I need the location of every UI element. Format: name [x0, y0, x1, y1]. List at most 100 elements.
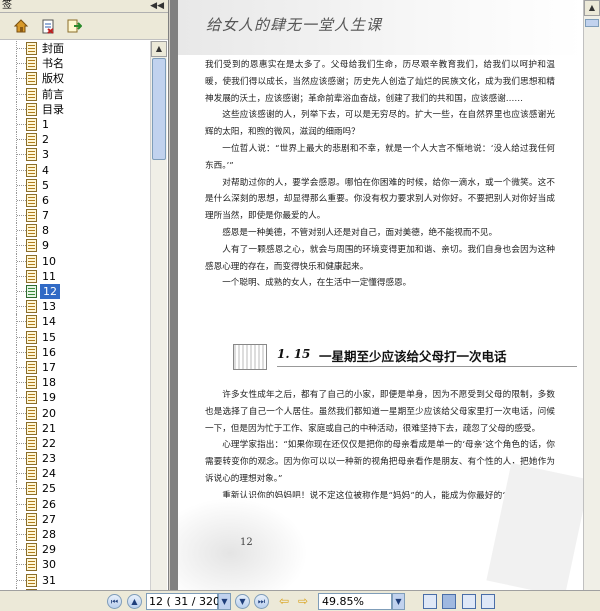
- bookmark-label: 27: [42, 512, 56, 526]
- tree-line: [17, 579, 26, 581]
- bookmark-item[interactable]: 8: [0, 223, 150, 239]
- bookmark-item[interactable]: 目录: [0, 101, 150, 117]
- bookmark-page-icon: [26, 528, 37, 541]
- tree-line: [17, 427, 26, 429]
- bookmark-item[interactable]: 封面: [0, 41, 150, 57]
- page-dropdown-icon[interactable]: ▼: [218, 593, 231, 610]
- last-page-icon[interactable]: ⏭: [254, 594, 269, 609]
- bookmark-item[interactable]: 24: [0, 466, 150, 482]
- bookmark-page-icon: [26, 193, 37, 207]
- bookmark-scrollbar[interactable]: ▲: [150, 41, 167, 590]
- tree-line: [17, 397, 26, 399]
- home-icon[interactable]: [13, 18, 29, 34]
- forward-icon[interactable]: ⇨: [296, 595, 310, 608]
- bookmark-label: 10: [42, 254, 56, 268]
- bookmark-item[interactable]: 12: [0, 284, 150, 300]
- bookmark-item[interactable]: 16: [0, 344, 150, 360]
- bookmark-item[interactable]: 5: [0, 177, 150, 193]
- bookmark-item[interactable]: 23: [0, 451, 150, 467]
- bookmark-item[interactable]: 前言: [0, 86, 150, 102]
- collapse-panel-button[interactable]: ◀◀: [150, 0, 164, 12]
- zoom-input[interactable]: 49.85%: [318, 593, 392, 610]
- bookmark-label: 12: [40, 284, 60, 299]
- back-icon[interactable]: ⇦: [277, 595, 291, 608]
- bookmark-tree: 封面 书名 版权 前言 目录 1 2 3 4 5 6 7 8 9 10 11 12 13 14 15 16 17 18 19 2…: [0, 41, 150, 590]
- bookmark-item[interactable]: 4: [0, 162, 150, 178]
- bookmark-item[interactable]: 11: [0, 268, 150, 284]
- bookmark-item[interactable]: 18: [0, 375, 150, 391]
- section-number: 1. 15: [277, 347, 311, 361]
- first-page-icon[interactable]: ⏮: [107, 594, 122, 609]
- tree-line: [17, 321, 26, 323]
- bookmark-label: 17: [42, 360, 56, 374]
- section-title: 一星期至少应该给父母打一次电话: [319, 349, 507, 364]
- bookmark-item[interactable]: 15: [0, 329, 150, 345]
- bookmark-item[interactable]: 1: [0, 116, 150, 133]
- prev-page-icon[interactable]: ▲: [127, 594, 142, 609]
- bookmark-item[interactable]: 30: [0, 557, 150, 573]
- bookmark-item[interactable]: 31: [0, 572, 150, 588]
- bookmark-item[interactable]: 26: [0, 496, 150, 512]
- tree-line: [17, 93, 26, 95]
- tree-line: [17, 275, 26, 277]
- bookmark-label: 封面: [42, 42, 64, 55]
- scroll-thumb[interactable]: [152, 58, 166, 160]
- document-scrollbar[interactable]: ▲: [583, 0, 600, 590]
- bookmark-item[interactable]: 29: [0, 542, 150, 558]
- bookmark-item[interactable]: 22: [0, 435, 150, 452]
- bookmark-item[interactable]: 3: [0, 147, 150, 163]
- bookmark-item[interactable]: 版权: [0, 71, 150, 87]
- tree-line: [17, 245, 26, 247]
- bookmark-label: 2: [42, 133, 49, 147]
- tree-line: [17, 564, 26, 566]
- bookmark-item[interactable]: 7: [0, 208, 150, 224]
- bookmark-item[interactable]: 13: [0, 299, 150, 315]
- continuous-icon[interactable]: [442, 594, 456, 609]
- scroll-up-icon[interactable]: ▲: [151, 41, 167, 57]
- bookmark-item[interactable]: 6: [0, 192, 150, 209]
- facing-icon[interactable]: [462, 594, 476, 609]
- bookmark-label: 5: [42, 178, 49, 192]
- tree-line: [17, 48, 26, 49]
- bookmark-item[interactable]: 21: [0, 420, 150, 436]
- bookmark-page-icon: [26, 117, 37, 131]
- zoom-dropdown-icon[interactable]: ▼: [392, 593, 405, 610]
- bookmark-item[interactable]: 28: [0, 527, 150, 543]
- bookmark-item[interactable]: 27: [0, 511, 150, 527]
- bookmark-item[interactable]: 20: [0, 405, 150, 421]
- single-page-icon[interactable]: [423, 594, 437, 609]
- next-page-icon[interactable]: ▼: [235, 594, 250, 609]
- bookmark-label: 23: [42, 452, 56, 466]
- document-view[interactable]: 给女人的肆无一堂人生课 我们受到的恩惠实在是太多了。父母给我们生命，历尽艰辛教育…: [170, 0, 600, 590]
- bookmark-label: 目录: [42, 102, 64, 116]
- document-scroll-thumb[interactable]: [585, 19, 599, 27]
- bookmark-label: 14: [42, 315, 56, 329]
- bookmark-item[interactable]: 25: [0, 481, 150, 497]
- scroll-up-icon[interactable]: ▲: [584, 0, 600, 16]
- bookmark-item[interactable]: 17: [0, 359, 150, 376]
- delete-icon[interactable]: [40, 18, 56, 34]
- body-text-top: 我们受到的恩惠实在是太多了。父母给我们生命，历尽艰辛教育我们，给我们以呵护和温暖…: [205, 57, 555, 292]
- page-number-input[interactable]: 12 ( 31 / 320 ): [146, 593, 228, 610]
- bookmark-item[interactable]: 14: [0, 314, 150, 330]
- paragraph: 心理学家指出：“如果你现在还仅仅是把你的母亲看成是单一的‘母亲’这个角色的话，你…: [205, 440, 555, 484]
- bookmark-page-icon: [26, 102, 37, 116]
- bookmark-item[interactable]: 9: [0, 238, 150, 254]
- bookmark-label: 28: [42, 528, 56, 541]
- bookmark-page-icon: [26, 133, 37, 147]
- tree-line: [17, 458, 26, 460]
- bookmark-page-icon: [26, 87, 37, 101]
- bookmark-item[interactable]: 10: [0, 253, 150, 269]
- bookmark-page-icon: [26, 436, 37, 450]
- tree-line: [17, 366, 26, 368]
- bookmark-page-icon: [26, 300, 37, 314]
- tree-line: [17, 78, 26, 80]
- bookmark-item[interactable]: 书名: [0, 56, 150, 72]
- continuous-facing-icon[interactable]: [481, 594, 495, 609]
- bookmark-page-icon: [26, 360, 37, 374]
- tree-line: [17, 123, 26, 125]
- export-icon[interactable]: [66, 18, 83, 34]
- bookmark-item[interactable]: 2: [0, 132, 150, 148]
- bookmark-item[interactable]: 19: [0, 390, 150, 406]
- bookmark-page-icon: [26, 391, 37, 405]
